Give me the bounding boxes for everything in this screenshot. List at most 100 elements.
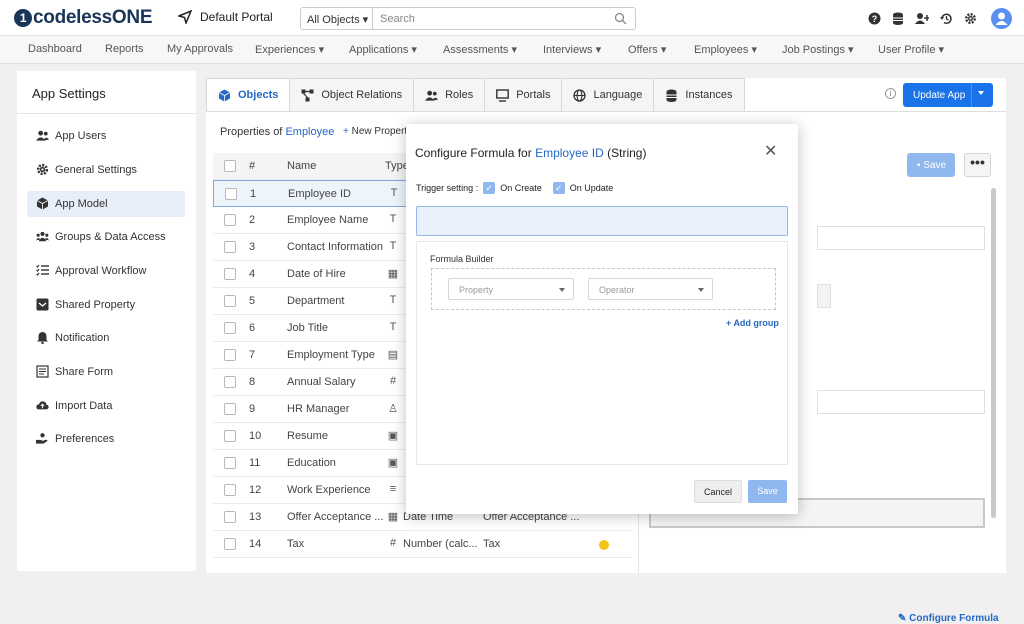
row-checkbox[interactable] [224,214,236,226]
row-checkbox[interactable] [224,430,236,442]
select-all-checkbox[interactable] [224,160,236,172]
tab-roles[interactable]: Roles [413,78,486,111]
configure-formula-dialog: Configure Formula for Employee ID (Strin… [406,124,798,514]
row-checkbox[interactable] [224,322,236,334]
history-icon[interactable] [939,12,953,26]
object-name[interactable]: Employee [285,126,334,138]
sidebar-item-app-model[interactable]: App Model [27,191,185,217]
formula-input[interactable] [416,206,788,236]
type-icon: ▦ [387,511,399,523]
table-row[interactable]: 14 Tax # Number (calc... Tax [213,531,633,558]
search-scope-select[interactable]: All Objects ▾ [300,7,373,30]
sidebar-item-preferences[interactable]: Preferences [27,426,185,452]
tab-objects[interactable]: Objects [206,78,291,111]
sidebar-item-groups[interactable]: Groups & Data Access [27,224,185,250]
dialog-save-button[interactable]: Save [748,480,787,503]
tab-instances[interactable]: Instances [653,78,745,111]
nav-job-postings[interactable]: Job Postings ▾ [782,43,854,56]
tab-label: Language [593,89,643,101]
add-user-icon[interactable] [915,12,929,26]
cube-icon [36,197,49,210]
sidebar-item-shared-property[interactable]: Shared Property [27,292,185,318]
on-create-checkbox[interactable]: ✓ [483,182,496,194]
database-icon[interactable] [891,12,905,26]
new-property-button[interactable]: + New Property [343,126,412,137]
toggle-field[interactable] [817,284,831,308]
type-icon: T [389,240,397,252]
nav-assessments-label: Assessments [443,44,509,56]
sidebar-item-approval-workflow[interactable]: Approval Workflow [27,258,185,284]
row-checkbox[interactable] [224,268,236,280]
workflow-icon [36,264,49,276]
sidebar-item-general-settings[interactable]: General Settings [27,157,185,183]
nav-interviews[interactable]: Interviews ▾ [543,43,601,56]
save-button[interactable]: ▪ Save [907,153,955,177]
plus-icon: + [726,318,732,328]
operator-select[interactable]: Operator [588,278,713,300]
nav-employees-label: Employees [694,44,749,56]
row-number: 10 [249,430,262,442]
row-checkbox[interactable] [224,484,236,496]
search-input[interactable]: Search [372,7,636,30]
type-icon: T [390,187,398,199]
text-field[interactable] [817,390,985,414]
nav-user-profile-label: User Profile [878,44,936,56]
tab-object-relations[interactable]: Object Relations [289,78,415,111]
settings-icon[interactable] [963,12,977,26]
sidebar-item-app-users[interactable]: App Users [27,123,185,149]
update-app-button[interactable]: Update App [903,83,993,107]
plus-icon: + [343,126,349,137]
nav-my-approvals[interactable]: My Approvals [167,43,233,55]
gear-icon [36,163,49,176]
configure-formula-link[interactable]: ✎ Configure Formula [898,613,999,624]
portal-link[interactable]: Default Portal [176,9,273,26]
type-icon: T [389,321,397,333]
sidebar-item-import-data[interactable]: Import Data [27,393,185,419]
nav-dashboard[interactable]: Dashboard [28,43,82,55]
sidebar-item-share-form[interactable]: Share Form [27,359,185,385]
nav-applications-label: Applications [349,44,409,56]
row-checkbox[interactable] [225,188,237,200]
caret-down-icon[interactable] [978,91,984,95]
row-checkbox[interactable] [224,538,236,550]
add-group-button[interactable]: + Add group [726,318,779,328]
cancel-button[interactable]: Cancel [694,480,742,503]
more-options-button[interactable]: ••• [964,153,991,177]
row-checkbox[interactable] [224,295,236,307]
nav-reports[interactable]: Reports [105,43,144,55]
row-name: Work Experience [287,484,371,496]
sidebar-item-notification[interactable]: Notification [27,325,185,351]
trigger-settings: Trigger setting : ✓ On Create ✓ On Update [416,182,613,194]
status-dot [599,540,609,550]
row-checkbox[interactable] [224,349,236,361]
tab-language[interactable]: Language [561,78,655,111]
nav-employees[interactable]: Employees ▾ [694,43,757,56]
row-checkbox[interactable] [224,241,236,253]
property-select[interactable]: Property [448,278,574,300]
formula-builder-title: Formula Builder [430,254,494,264]
row-checkbox[interactable] [224,403,236,415]
caret-down-icon: ▾ [411,44,417,56]
nav-experiences[interactable]: Experiences ▾ [255,43,324,56]
scrollbar[interactable] [991,188,996,518]
avatar[interactable] [991,8,1012,29]
close-icon[interactable]: ✕ [764,141,777,161]
row-name: Annual Salary [287,376,356,388]
info-icon[interactable]: i [885,88,896,99]
row-checkbox[interactable] [224,376,236,388]
nav-assessments[interactable]: Assessments ▾ [443,43,517,56]
nav-applications[interactable]: Applications ▾ [349,43,417,56]
nav-user-profile[interactable]: User Profile ▾ [878,43,944,56]
row-name: Employee Name [287,214,369,226]
nav-offers[interactable]: Offers ▾ [628,43,666,56]
on-update-checkbox[interactable]: ✓ [552,182,565,194]
users-icon [425,90,439,101]
row-checkbox[interactable] [224,457,236,469]
text-field[interactable] [817,226,985,250]
app-logo[interactable]: 1 codelessONE [14,7,153,29]
caret-down-icon [698,288,704,292]
tab-portals[interactable]: Portals [484,78,563,111]
tab-label: Instances [685,89,733,101]
row-checkbox[interactable] [224,511,236,523]
help-icon[interactable]: ? [867,12,881,26]
